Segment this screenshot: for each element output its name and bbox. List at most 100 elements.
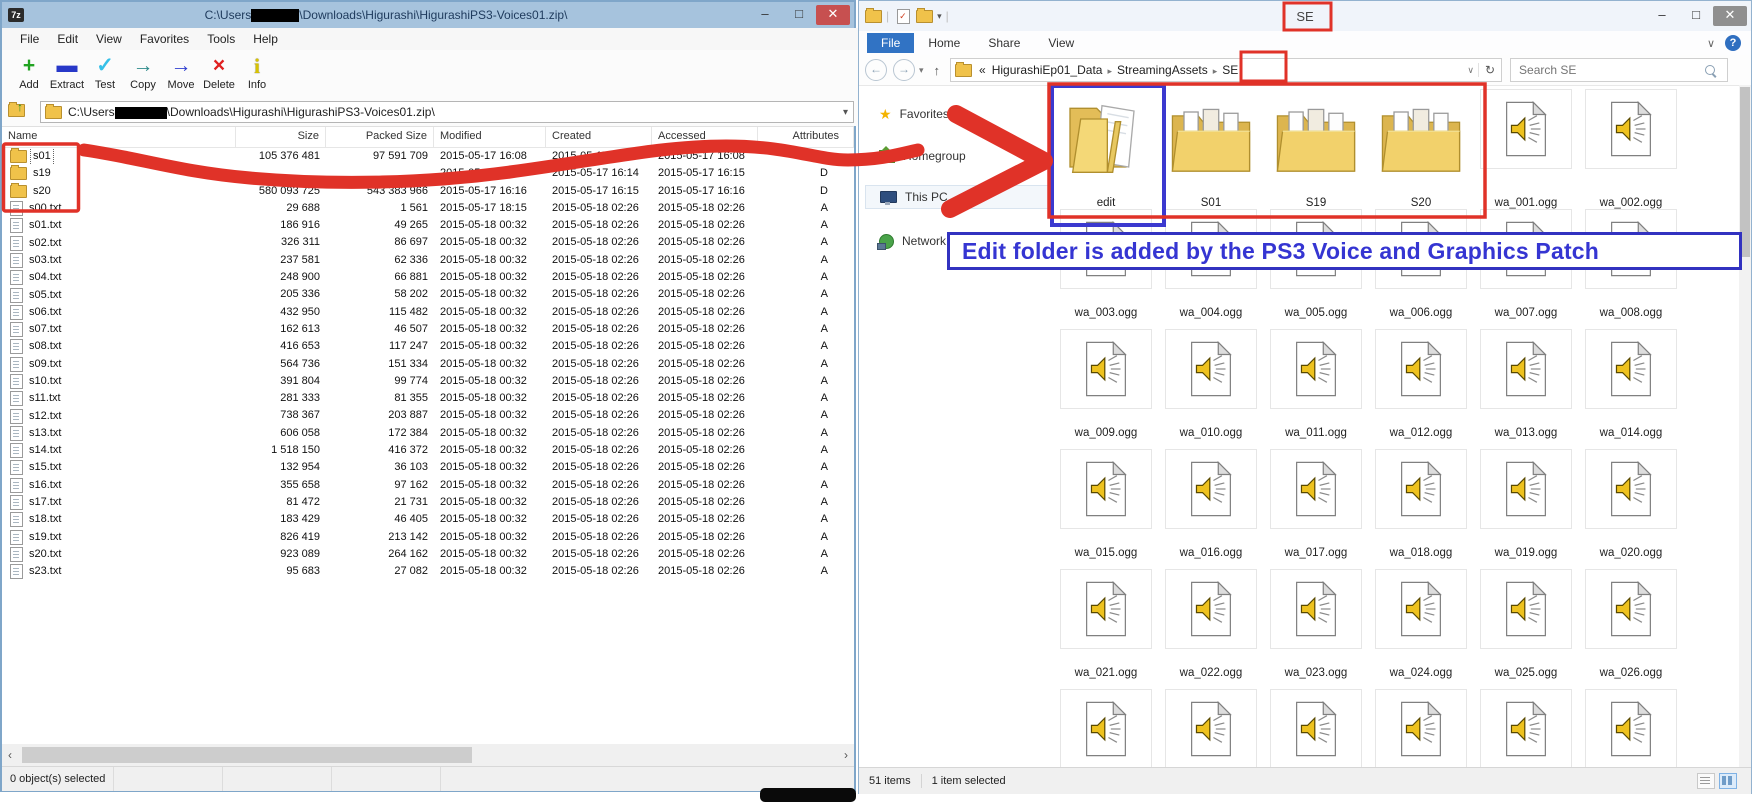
folder-item-S19[interactable]: S19 — [1270, 89, 1362, 189]
column-header-modified[interactable]: Modified — [434, 127, 546, 147]
scrollbar-thumb[interactable] — [22, 747, 472, 763]
file-item[interactable]: wa_017.ogg — [1270, 449, 1362, 529]
file-item[interactable]: wa_015.ogg — [1060, 449, 1152, 529]
breadcrumb-se[interactable]: SE — [1219, 63, 1241, 77]
tab-file[interactable]: File — [867, 33, 914, 53]
recent-locations-icon[interactable]: ▾ — [919, 65, 924, 76]
folder-item-edit[interactable]: edit — [1060, 89, 1152, 189]
address-dropdown-icon[interactable]: ∨ — [1467, 65, 1474, 76]
menu-item-help[interactable]: Help — [245, 30, 286, 48]
tab-home[interactable]: Home — [914, 33, 974, 53]
explorer-titlebar[interactable]: | ▾ | SE – □ ✕ — [859, 1, 1751, 31]
file-item[interactable]: wa_025.ogg — [1480, 569, 1572, 649]
toolbar-button-move[interactable]: →Move — [162, 53, 200, 91]
toolbar-button-extract[interactable]: ▬Extract — [48, 53, 86, 91]
table-row[interactable]: s17.txt81 47221 7312015-05-18 00:322015-… — [2, 494, 854, 511]
file-item[interactable]: wa_009.ogg — [1060, 329, 1152, 409]
file-item[interactable]: wa_014.ogg — [1585, 329, 1677, 409]
table-row[interactable]: s16.txt355 65897 1622015-05-18 00:322015… — [2, 477, 854, 494]
maximize-button[interactable]: □ — [782, 5, 816, 25]
file-item[interactable] — [1270, 689, 1362, 769]
column-header-size[interactable]: Size — [236, 127, 326, 147]
sidebar-item-favorites[interactable]: ★Favorites — [865, 102, 1051, 126]
file-item[interactable] — [1060, 689, 1152, 769]
sidebar-item-this-pc[interactable]: This PC — [865, 185, 1051, 209]
file-item[interactable]: wa_002.ogg — [1585, 89, 1677, 169]
menu-item-favorites[interactable]: Favorites — [132, 30, 197, 48]
file-item[interactable]: wa_010.ogg — [1165, 329, 1257, 409]
table-row[interactable]: s192015-05-17 16:152015-05-17 16:142015-… — [2, 165, 854, 182]
horizontal-scrollbar[interactable]: ‹ › — [2, 744, 854, 766]
file-item[interactable] — [1165, 689, 1257, 769]
table-row[interactable]: s01105 376 48197 591 7092015-05-17 16:08… — [2, 148, 854, 165]
file-item[interactable]: wa_023.ogg — [1270, 569, 1362, 649]
toolbar-button-add[interactable]: +Add — [10, 53, 48, 91]
toolbar-button-copy[interactable]: →Copy — [124, 53, 162, 91]
close-button[interactable]: ✕ — [816, 5, 850, 25]
file-item[interactable]: wa_026.ogg — [1585, 569, 1677, 649]
table-row[interactable]: s05.txt205 33658 2022015-05-18 00:322015… — [2, 286, 854, 303]
table-row[interactable]: s12.txt738 367203 8872015-05-18 00:32201… — [2, 407, 854, 424]
breadcrumb-higurashiep01_data[interactable]: HigurashiEp01_Data — [989, 63, 1106, 77]
search-input[interactable] — [1511, 62, 1705, 78]
sevenzip-address-combo[interactable]: C:\Users\Downloads\Higurashi\HigurashiPS… — [40, 101, 854, 123]
file-item[interactable]: wa_021.ogg — [1060, 569, 1152, 649]
file-item[interactable]: wa_012.ogg — [1375, 329, 1467, 409]
column-header-attributes[interactable]: Attributes — [758, 127, 854, 147]
minimize-button[interactable]: – — [748, 5, 782, 25]
table-row[interactable]: s20580 093 725543 383 9662015-05-17 16:1… — [2, 183, 854, 200]
back-button[interactable]: ← — [865, 59, 887, 81]
scroll-right-icon[interactable]: › — [838, 748, 854, 762]
vertical-scrollbar[interactable] — [1739, 85, 1751, 767]
file-item[interactable]: wa_016.ogg — [1165, 449, 1257, 529]
crumb-overflow-icon[interactable]: « — [976, 63, 989, 77]
file-item[interactable]: wa_011.ogg — [1270, 329, 1362, 409]
scroll-left-icon[interactable]: ‹ — [2, 748, 18, 762]
help-icon[interactable]: ? — [1725, 35, 1741, 51]
table-row[interactable]: s06.txt432 950115 4822015-05-18 00:32201… — [2, 304, 854, 321]
up-folder-button[interactable]: ↑ — [8, 102, 34, 122]
file-item[interactable]: wa_024.ogg — [1375, 569, 1467, 649]
menu-item-view[interactable]: View — [88, 30, 130, 48]
details-view-icon[interactable] — [1697, 773, 1715, 789]
column-header-accessed[interactable]: Accessed — [652, 127, 758, 147]
file-item[interactable]: wa_018.ogg — [1375, 449, 1467, 529]
breadcrumb-streamingassets[interactable]: StreamingAssets — [1114, 63, 1211, 77]
file-item[interactable]: wa_001.ogg — [1480, 89, 1572, 169]
file-item[interactable]: wa_019.ogg — [1480, 449, 1572, 529]
address-bar[interactable]: « HigurashiEp01_Data▸StreamingAssets▸SE … — [950, 58, 1502, 82]
table-row[interactable]: s04.txt248 90066 8812015-05-18 00:322015… — [2, 269, 854, 286]
table-row[interactable]: s02.txt326 31186 6972015-05-18 00:322015… — [2, 234, 854, 251]
table-row[interactable]: s18.txt183 42946 4052015-05-18 00:322015… — [2, 511, 854, 528]
up-button[interactable]: ↑ — [934, 63, 941, 78]
search-box[interactable] — [1510, 58, 1728, 82]
chevron-down-icon[interactable]: ▾ — [838, 107, 853, 118]
toolbar-button-delete[interactable]: ×Delete — [200, 53, 238, 91]
table-row[interactable]: s20.txt923 089264 1622015-05-18 00:32201… — [2, 546, 854, 563]
file-item[interactable]: wa_022.ogg — [1165, 569, 1257, 649]
menu-item-edit[interactable]: Edit — [49, 30, 86, 48]
table-row[interactable]: s08.txt416 653117 2472015-05-18 00:32201… — [2, 338, 854, 355]
file-item[interactable] — [1585, 689, 1677, 769]
table-row[interactable]: s14.txt1 518 150416 3722015-05-18 00:322… — [2, 442, 854, 459]
toolbar-button-test[interactable]: ✓Test — [86, 53, 124, 91]
column-header-created[interactable]: Created — [546, 127, 652, 147]
file-item[interactable] — [1375, 689, 1467, 769]
table-row[interactable]: s09.txt564 736151 3342015-05-18 00:32201… — [2, 356, 854, 373]
table-row[interactable]: s23.txt95 68327 0822015-05-18 00:322015-… — [2, 563, 854, 580]
search-icon[interactable] — [1705, 65, 1715, 75]
refresh-icon[interactable]: ↻ — [1478, 63, 1501, 77]
file-item[interactable]: wa_020.ogg — [1585, 449, 1677, 529]
thumbnail-view-icon[interactable] — [1719, 773, 1737, 789]
table-row[interactable]: s15.txt132 95436 1032015-05-18 00:322015… — [2, 459, 854, 476]
sidebar-item-homegroup[interactable]: Homegroup — [865, 144, 1051, 168]
table-row[interactable]: s07.txt162 61346 5072015-05-18 00:322015… — [2, 321, 854, 338]
menu-item-tools[interactable]: Tools — [199, 30, 243, 48]
file-item[interactable] — [1480, 689, 1572, 769]
table-row[interactable]: s11.txt281 33381 3552015-05-18 00:322015… — [2, 390, 854, 407]
forward-button[interactable]: → — [893, 59, 915, 81]
table-row[interactable]: s03.txt237 58162 3362015-05-18 00:322015… — [2, 252, 854, 269]
menu-item-file[interactable]: File — [12, 30, 47, 48]
toolbar-button-info[interactable]: iInfo — [238, 53, 276, 91]
table-row[interactable]: s19.txt826 419213 1422015-05-18 00:32201… — [2, 529, 854, 546]
